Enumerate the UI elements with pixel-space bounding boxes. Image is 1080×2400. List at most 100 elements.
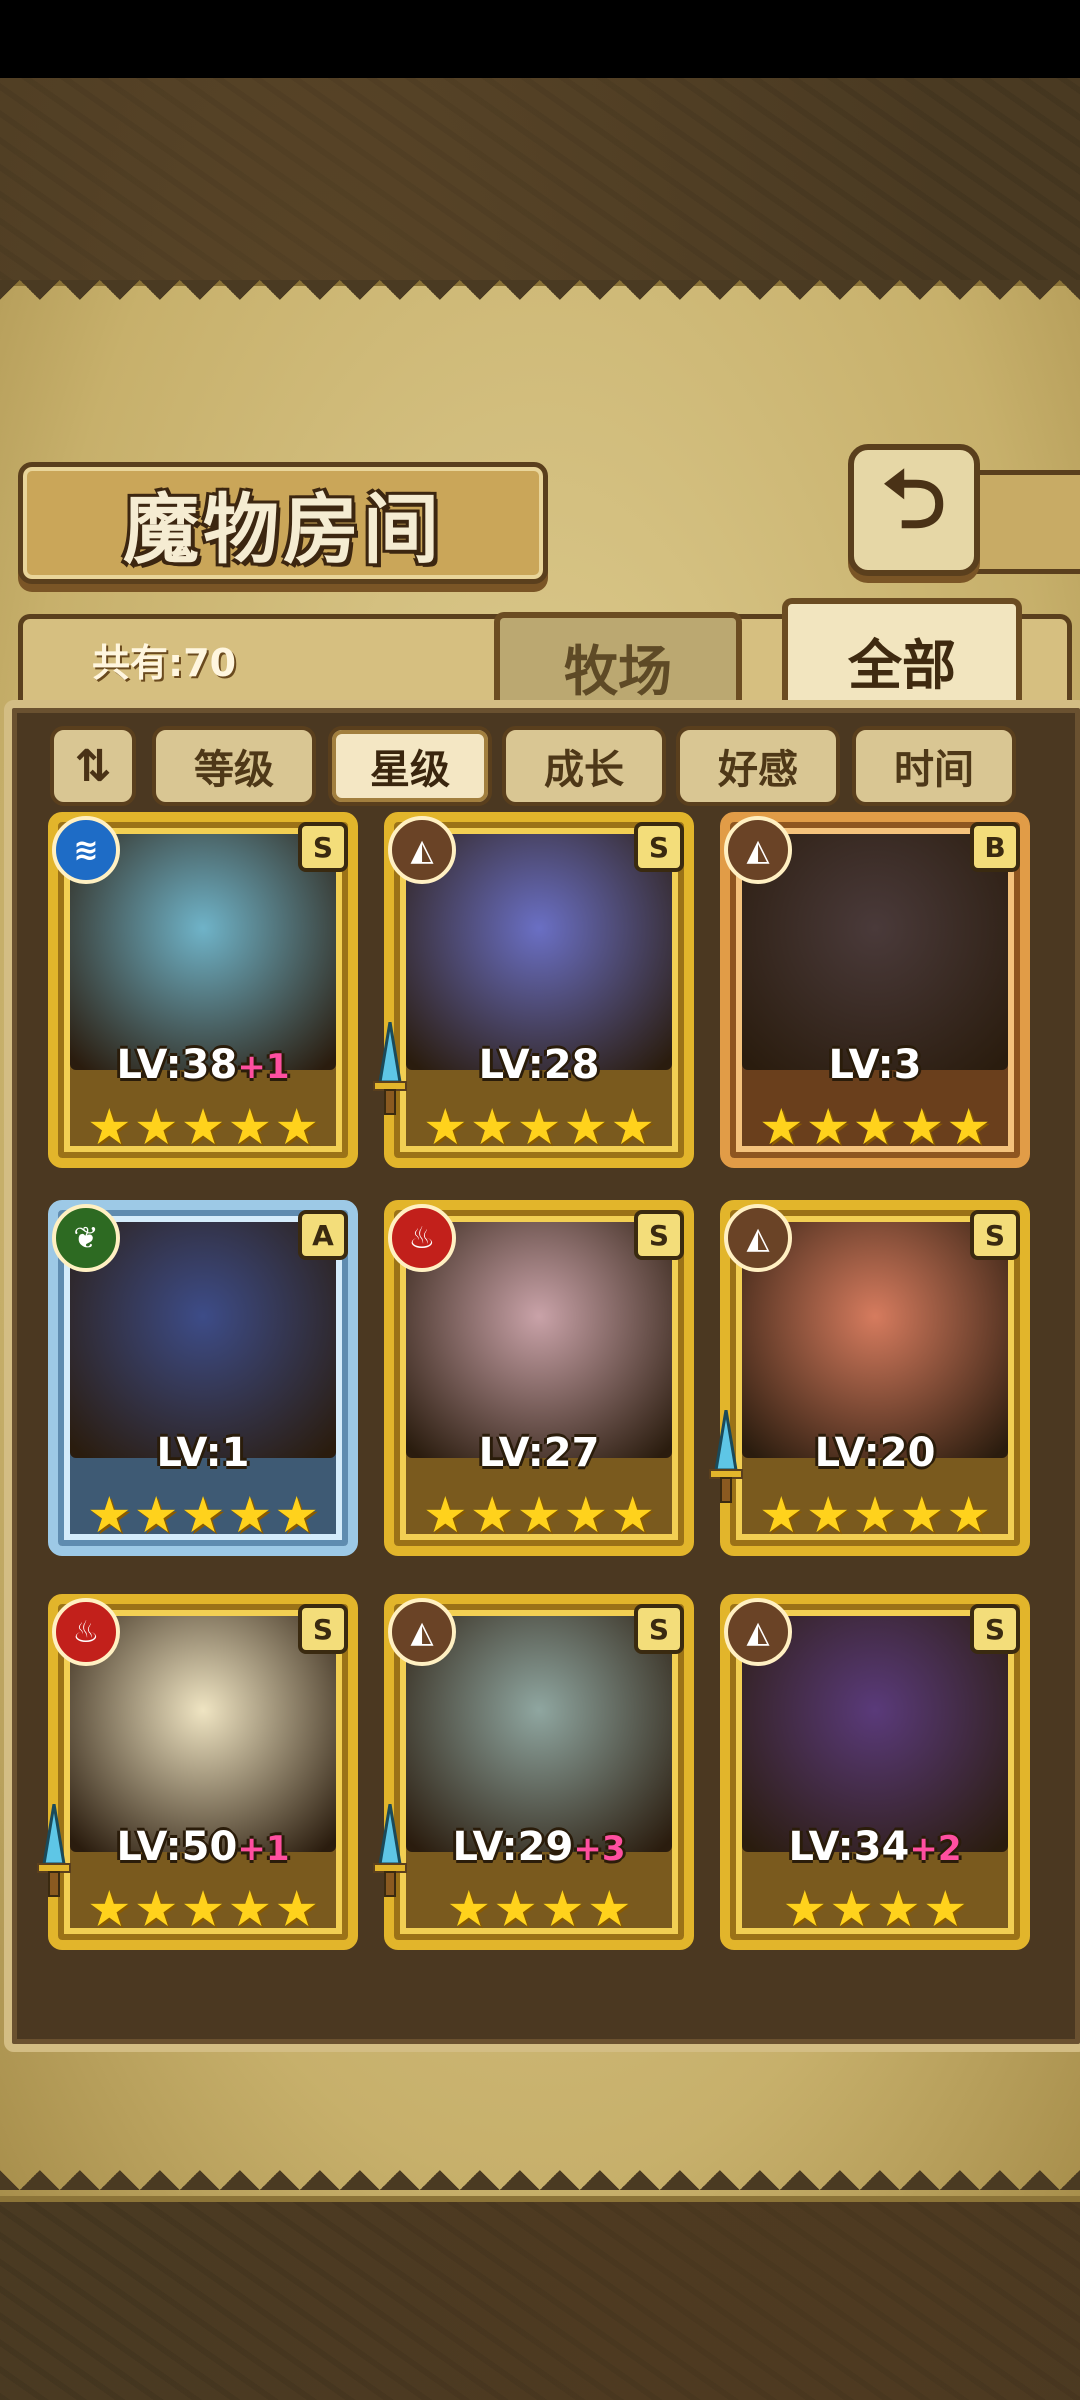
sort-growth-button[interactable]: 成长	[502, 726, 666, 806]
monster-card[interactable]: ◭ B LV:3 ★ ★ ★ ★ ★	[720, 812, 1030, 1168]
page-title: 魔物房间	[123, 485, 443, 574]
sort-level-button[interactable]: 等级	[152, 726, 316, 806]
sort-time-button[interactable]: 时间	[852, 726, 1016, 806]
star-icon: ★	[86, 1880, 132, 1938]
water-element-icon: ≋	[52, 816, 120, 884]
level-bonus: +2	[909, 1829, 962, 1869]
star-icon: ★	[922, 1880, 968, 1938]
monster-card[interactable]: ♨ S LV:27 ★ ★ ★ ★ ★	[384, 1200, 694, 1556]
star-icon: ★	[180, 1098, 226, 1156]
monster-count: 共有:70	[92, 641, 237, 685]
level-bonus: +1	[237, 1047, 290, 1087]
fire-element-icon: ♨	[388, 1204, 456, 1272]
rank-badge: S	[634, 822, 684, 872]
star-icon: ★	[469, 1486, 515, 1544]
monster-card[interactable]: ❦ A LV:1 ★ ★ ★ ★ ★	[48, 1200, 358, 1556]
star-icon: ★	[586, 1880, 632, 1938]
star-icon: ★	[86, 1486, 132, 1544]
rank-badge: A	[298, 1210, 348, 1260]
star-rating: ★ ★ ★ ★ ★	[748, 1102, 1002, 1152]
star-icon: ★	[469, 1098, 515, 1156]
level-label: LV:28	[384, 1042, 694, 1088]
level-value: LV:20	[814, 1430, 936, 1476]
star-icon: ★	[563, 1486, 609, 1544]
earth-element-icon: ◭	[388, 1598, 456, 1666]
star-rating: ★ ★ ★ ★ ★	[748, 1490, 1002, 1540]
level-label: LV:3	[720, 1042, 1030, 1088]
level-value: LV:29	[452, 1824, 574, 1870]
level-label: LV:38+1	[48, 1042, 358, 1088]
monster-card[interactable]: ♨ S LV:50+1 ★ ★ ★ ★ ★	[37, 1594, 358, 1950]
level-label: LV:27	[384, 1430, 694, 1476]
star-rating: ★ ★ ★ ★ ★	[76, 1884, 330, 1934]
star-icon: ★	[180, 1880, 226, 1938]
star-icon: ★	[610, 1098, 656, 1156]
tab-ranch[interactable]: 牧场	[494, 612, 742, 714]
star-icon: ★	[899, 1098, 945, 1156]
level-value: LV:3	[828, 1042, 922, 1088]
star-rating: ★ ★ ★ ★ ★	[412, 1490, 666, 1540]
star-icon: ★	[422, 1486, 468, 1544]
sort-order-icon: ⇅	[74, 740, 112, 792]
rank-badge: S	[298, 1604, 348, 1654]
star-icon: ★	[446, 1880, 492, 1938]
star-rating: ★ ★ ★ ★ ★	[76, 1102, 330, 1152]
star-icon: ★	[899, 1486, 945, 1544]
earth-element-icon: ◭	[724, 1204, 792, 1272]
star-icon: ★	[180, 1486, 226, 1544]
star-icon: ★	[829, 1880, 874, 1938]
sort-label: 好感	[718, 747, 798, 793]
rank-badge: B	[970, 822, 1020, 872]
level-value: LV:50	[116, 1824, 238, 1870]
star-icon: ★	[422, 1098, 468, 1156]
status-bar	[0, 0, 1080, 78]
star-icon: ★	[946, 1098, 992, 1156]
star-icon: ★	[133, 1486, 179, 1544]
star-icon: ★	[805, 1486, 851, 1544]
level-label: LV:20	[720, 1430, 1030, 1476]
star-rating: ★ ★ ★ ★	[412, 1884, 666, 1934]
monster-card[interactable]: ◭ S LV:34+2 ★ ★ ★ ★	[720, 1594, 1030, 1950]
level-label: LV:50+1	[48, 1824, 358, 1870]
title-plate: 魔物房间	[18, 462, 548, 584]
star-rating: ★ ★ ★ ★	[748, 1884, 1002, 1934]
level-label: LV:34+2	[720, 1824, 1030, 1870]
monster-card[interactable]: ◭ S LV:28 ★ ★ ★ ★ ★	[373, 812, 694, 1168]
star-icon: ★	[516, 1486, 562, 1544]
level-bonus: +3	[573, 1829, 626, 1869]
star-icon: ★	[227, 1880, 273, 1938]
earth-element-icon: ◭	[388, 816, 456, 884]
sort-star-button[interactable]: 星级	[328, 726, 492, 806]
star-icon: ★	[758, 1098, 804, 1156]
zigzag-border-bottom	[0, 2150, 1080, 2190]
star-icon: ★	[540, 1880, 585, 1938]
rank-badge: S	[634, 1210, 684, 1260]
star-icon: ★	[133, 1880, 179, 1938]
tab-all[interactable]: 全部	[782, 598, 1022, 716]
rank-badge: S	[298, 822, 348, 872]
star-icon: ★	[852, 1098, 898, 1156]
star-icon: ★	[516, 1098, 562, 1156]
sort-label: 等级	[194, 747, 274, 793]
level-value: LV:38	[116, 1042, 238, 1088]
tab-ranch-label: 牧场	[564, 638, 672, 703]
monster-card[interactable]: ◭ S LV:29+3 ★ ★ ★ ★	[373, 1594, 694, 1950]
monster-card[interactable]: ◭ S LV:20 ★ ★ ★ ★ ★	[709, 1200, 1030, 1556]
star-icon: ★	[493, 1880, 538, 1938]
star-icon: ★	[227, 1098, 273, 1156]
star-icon: ★	[876, 1880, 921, 1938]
fire-element-icon: ♨	[52, 1598, 120, 1666]
star-icon: ★	[946, 1486, 992, 1544]
star-icon: ★	[758, 1486, 804, 1544]
wood-element-icon: ❦	[52, 1204, 120, 1272]
star-icon: ★	[274, 1098, 320, 1156]
sort-order-toggle[interactable]: ⇅	[50, 726, 136, 806]
star-icon: ★	[782, 1880, 828, 1938]
rank-badge: S	[634, 1604, 684, 1654]
back-button[interactable]: ⮌	[848, 444, 980, 576]
monster-card[interactable]: ≋ S LV:38+1 ★ ★ ★ ★ ★	[48, 812, 358, 1168]
star-rating: ★ ★ ★ ★ ★	[412, 1102, 666, 1152]
zigzag-border-top	[0, 280, 1080, 320]
sort-affection-button[interactable]: 好感	[676, 726, 840, 806]
star-icon: ★	[133, 1098, 179, 1156]
